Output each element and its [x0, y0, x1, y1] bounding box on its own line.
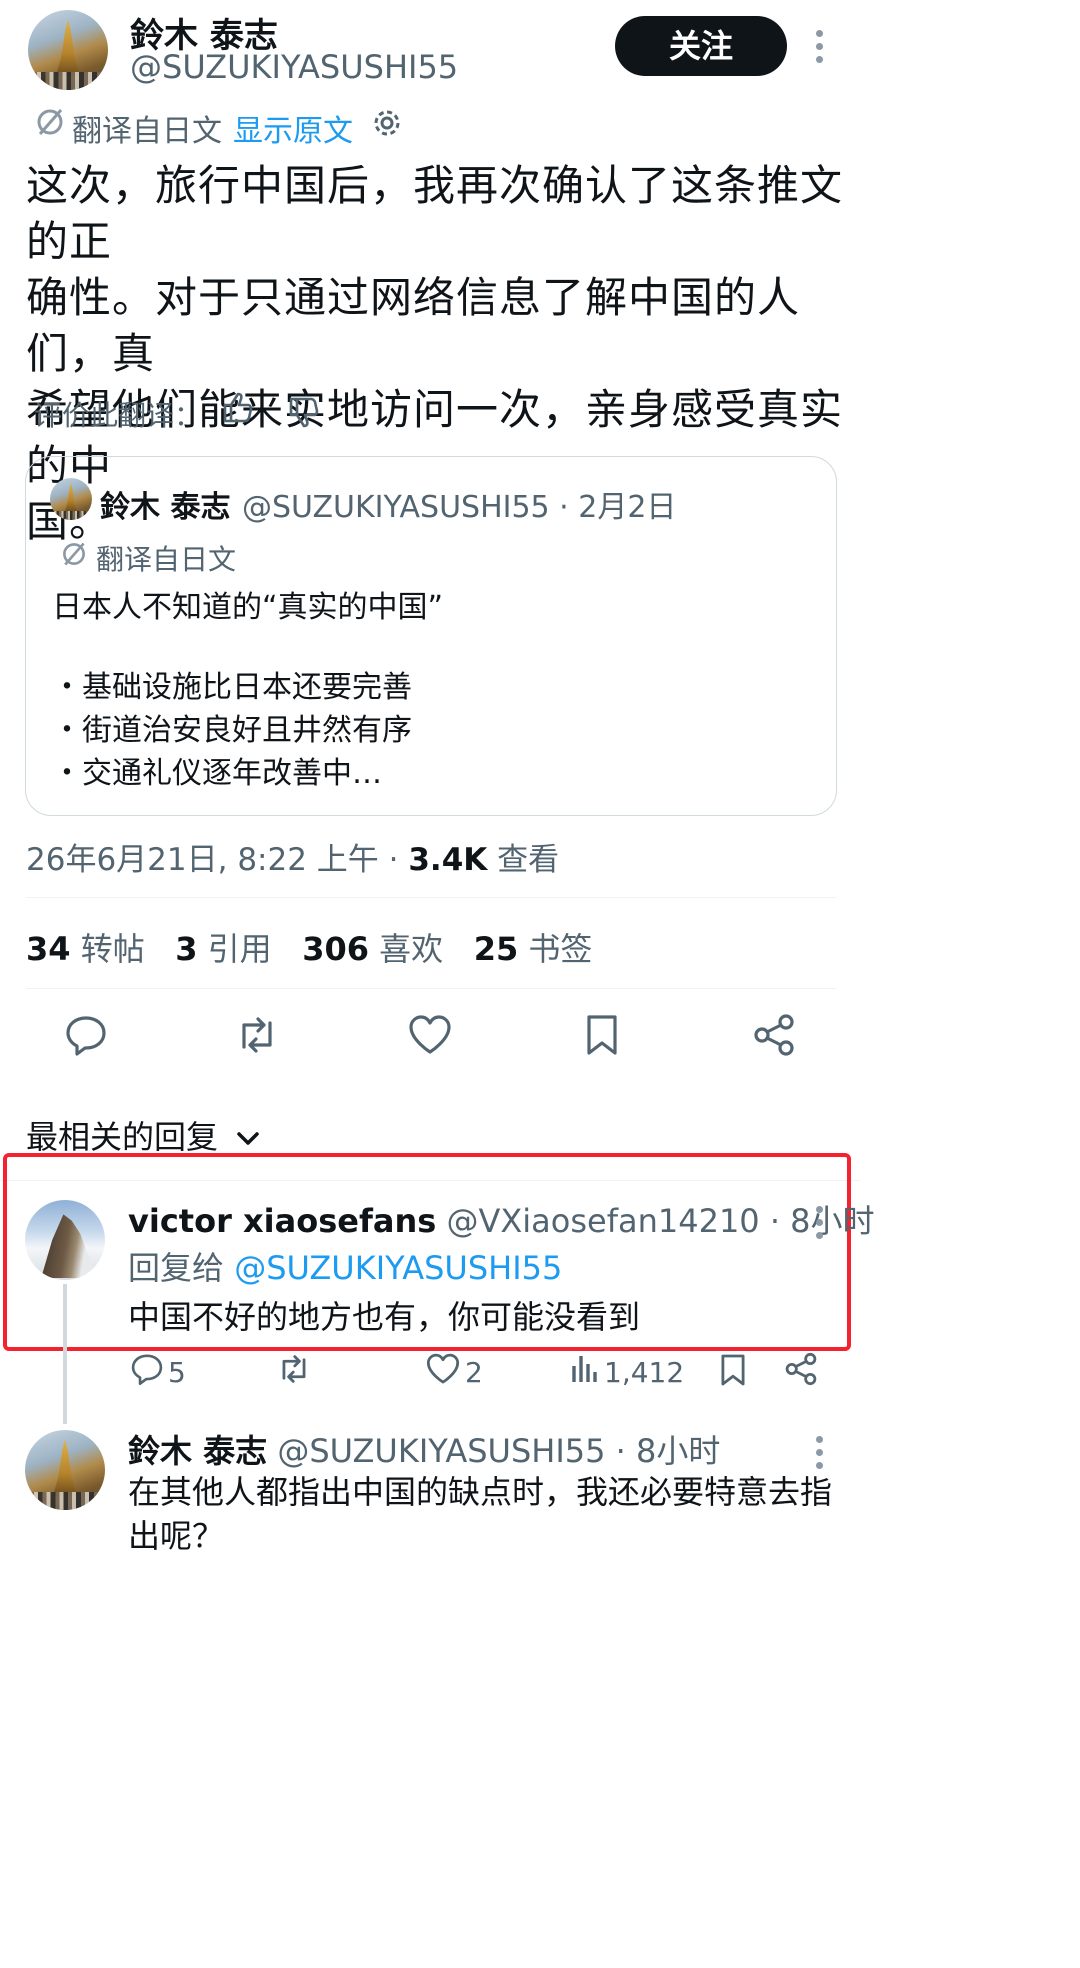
divider [26, 897, 836, 898]
reply-author-name[interactable]: 鈴木 泰志 [128, 1432, 267, 1470]
translated-from-label: 翻译自日文 [72, 114, 222, 149]
thumbs-down-icon[interactable] [286, 394, 322, 430]
post-text-line: 确性。对于只通过网络信息了解中国的人们，真 [26, 273, 801, 378]
quoted-bullet: ・基础设施比日本还要完善 [52, 670, 412, 705]
chevron-down-icon [237, 1132, 259, 1145]
share-icon[interactable] [752, 1013, 796, 1057]
reply-like-count: 2 [465, 1356, 483, 1389]
reply-text-line: 出呢？ [128, 1517, 225, 1555]
rate-translation-label: 评价此翻译： [34, 399, 203, 432]
reply-author-handle-time[interactable]: @SUZUKIYASUSHI55 · 8小时 [267, 1432, 720, 1470]
quoted-bullet: ・交通礼仪逐年改善中… [52, 756, 382, 791]
reply-views-icon[interactable] [570, 1354, 598, 1384]
reply-to-line: 回复给 @SUZUKIYASUSHI55 [128, 1243, 562, 1289]
quotes-stat[interactable]: 3 引用 [175, 930, 271, 968]
reply-text: 中国不好的地方也有，你可能没看到 [128, 1298, 641, 1336]
reply-like-icon[interactable] [425, 1352, 461, 1386]
post-datetime[interactable]: 26年6月21日, 8:22 上午 · [26, 842, 408, 878]
views-label: 查看 [487, 842, 560, 878]
reply-comment-count: 5 [168, 1356, 186, 1389]
reposts-stat[interactable]: 34 转帖 [26, 930, 145, 968]
more-options-icon[interactable] [816, 30, 824, 69]
reply-bookmark-icon[interactable] [719, 1352, 747, 1388]
reply-comment-icon[interactable] [130, 1352, 164, 1386]
reply-views-count: 1,412 [604, 1356, 685, 1389]
quoted-title: 日本人不知道的“真实的中国” [52, 590, 444, 625]
translate-icon [60, 540, 88, 568]
author-avatar[interactable] [28, 10, 108, 90]
reply-repost-icon[interactable] [276, 1352, 312, 1386]
quoted-author-name: 鈴木 泰志 [100, 490, 231, 525]
reply-text-line: 在其他人都指出中国的缺点时，我还必要特意去指 [128, 1473, 833, 1511]
author-handle[interactable]: @SUZUKIYASUSHI55 [130, 48, 458, 86]
quoted-translated-label: 翻译自日文 [96, 543, 237, 576]
follow-button[interactable]: 关注 [615, 16, 787, 76]
reply-to-prefix: 回复给 [128, 1249, 235, 1287]
quoted-author-avatar [50, 478, 92, 520]
quoted-bullet: ・街道治安良好且井然有序 [52, 713, 412, 748]
settings-gear-icon[interactable] [370, 106, 404, 140]
reply-header: victor xiaosefans @VXiaosefan14210 · 8小时 [128, 1196, 875, 1242]
thread-line [63, 1284, 67, 1424]
views-count: 3.4K [408, 842, 488, 878]
reply-to-handle-link[interactable]: @SUZUKIYASUSHI55 [234, 1249, 562, 1287]
reply-author-avatar[interactable] [25, 1200, 105, 1280]
reply-author-avatar[interactable] [25, 1430, 105, 1510]
show-original-link[interactable]: 显示原文 [233, 106, 353, 150]
thumbs-up-icon[interactable] [220, 390, 256, 426]
post-stats: 34 转帖 3 引用 306 喜欢 25 书签 [26, 924, 592, 970]
reply-author-name[interactable]: victor xiaosefans [128, 1202, 436, 1240]
post-text-line: 这次，旅行中国后，我再次确认了这条推文的正 [26, 161, 844, 266]
reply-share-icon[interactable] [784, 1352, 818, 1386]
like-heart-icon[interactable] [407, 1013, 453, 1057]
quoted-author-handle-time: @SUZUKIYASUSHI55 · 2月2日 [242, 490, 677, 525]
bookmarks-stat[interactable]: 25 书签 [474, 930, 593, 968]
bookmark-icon[interactable] [584, 1013, 620, 1057]
likes-stat[interactable]: 306 喜欢 [302, 930, 443, 968]
reply-icon[interactable] [64, 1013, 108, 1057]
replies-sort-dropdown[interactable]: 最相关的回复 [26, 1112, 262, 1158]
reply-header: 鈴木 泰志 @SUZUKIYASUSHI55 · 8小时 [128, 1426, 720, 1472]
replies-sort-label: 最相关的回复 [26, 1118, 219, 1156]
quoted-bullets: ・基础设施比日本还要完善 ・街道治安良好且井然有序 ・交通礼仪逐年改善中… [52, 666, 412, 795]
repost-icon[interactable] [234, 1013, 280, 1057]
divider [26, 988, 836, 989]
more-options-icon[interactable] [816, 1206, 824, 1245]
reply-text: 在其他人都指出中国的缺点时，我还必要特意去指 出呢？ [128, 1470, 848, 1558]
translate-icon [34, 106, 66, 138]
reply-author-handle-time[interactable]: @VXiaosefan14210 · 8小时 [436, 1202, 874, 1240]
post-meta: 26年6月21日, 8:22 上午 · 3.4K 查看 [26, 834, 559, 879]
